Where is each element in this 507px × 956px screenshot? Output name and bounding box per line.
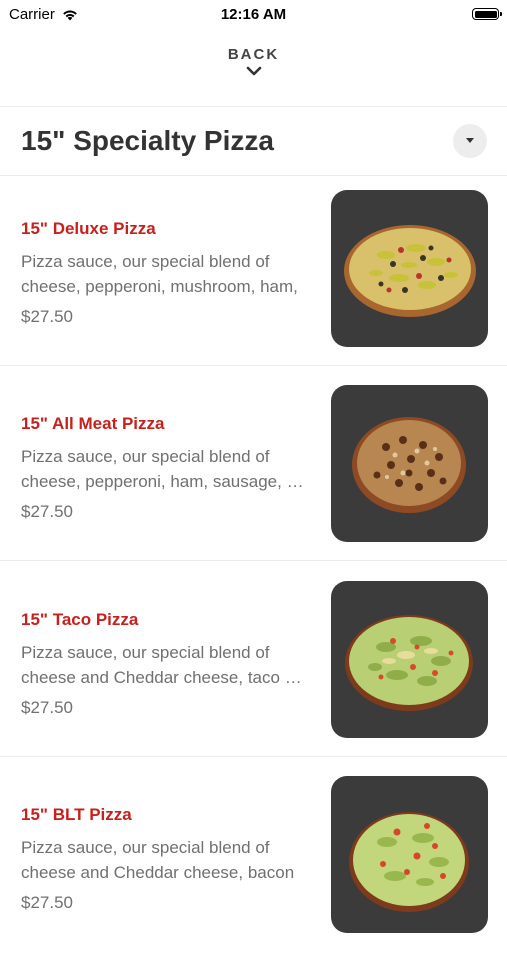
menu-item[interactable]: 15" All Meat Pizza Pizza sauce, our spec… [0,370,507,565]
status-bar: Carrier 12:16 AM [0,0,507,30]
all-meat-pizza-photo [331,385,488,542]
item-description-line: Pizza sauce, our special blend of [21,643,270,662]
taco-pizza-photo [331,581,488,738]
item-description-line: Pizza sauce, our special blend of [21,252,270,271]
item-description-line: cheese, pepperoni, mushroom, ham, [21,277,298,296]
divider [0,756,507,757]
deluxe-pizza-photo [331,190,488,347]
section-header: 15" Specialty Pizza [0,107,507,175]
item-name: 15" Taco Pizza [21,610,139,629]
item-description: Pizza sauce, our special blend of cheese… [21,249,311,299]
item-price: $27.50 [21,698,73,717]
item-description-line: cheese, pepperoni, ham, sausage, bacon [21,472,311,491]
menu-item[interactable]: 15" Taco Pizza Pizza sauce, our special … [0,566,507,761]
item-description-line: Pizza sauce, our special blend of [21,447,270,466]
section-title: 15" Specialty Pizza [21,125,274,156]
category-dropdown-button[interactable] [453,124,487,158]
battery-icon [472,8,502,20]
divider [0,365,507,366]
item-name: 15" BLT Pizza [21,805,132,824]
item-price: $27.50 [21,893,73,912]
chevron-down-icon [246,66,261,76]
item-description-line: Pizza sauce, our special blend of [21,838,270,857]
item-description-line: cheese and Cheddar cheese, taco meat [21,668,311,687]
menu-item[interactable]: 15" Deluxe Pizza Pizza sauce, our specia… [0,175,507,370]
item-description: Pizza sauce, our special blend of cheese… [21,444,311,494]
item-price: $27.50 [21,502,73,521]
back-button[interactable]: BACK [0,46,507,76]
item-price: $27.50 [21,307,73,326]
item-description-line: cheese and Cheddar cheese, bacon [21,863,295,882]
item-description: Pizza sauce, our special blend of cheese… [21,835,311,885]
back-label: BACK [227,46,280,63]
divider [0,560,507,561]
caret-down-icon [466,138,474,143]
clock: 12:16 AM [220,6,287,23]
item-name: 15" All Meat Pizza [21,414,165,433]
menu-item[interactable]: 15" BLT Pizza Pizza sauce, our special b… [0,761,507,956]
blt-pizza-photo [331,776,488,933]
item-description: Pizza sauce, our special blend of cheese… [21,640,311,690]
item-name: 15" Deluxe Pizza [21,219,156,238]
